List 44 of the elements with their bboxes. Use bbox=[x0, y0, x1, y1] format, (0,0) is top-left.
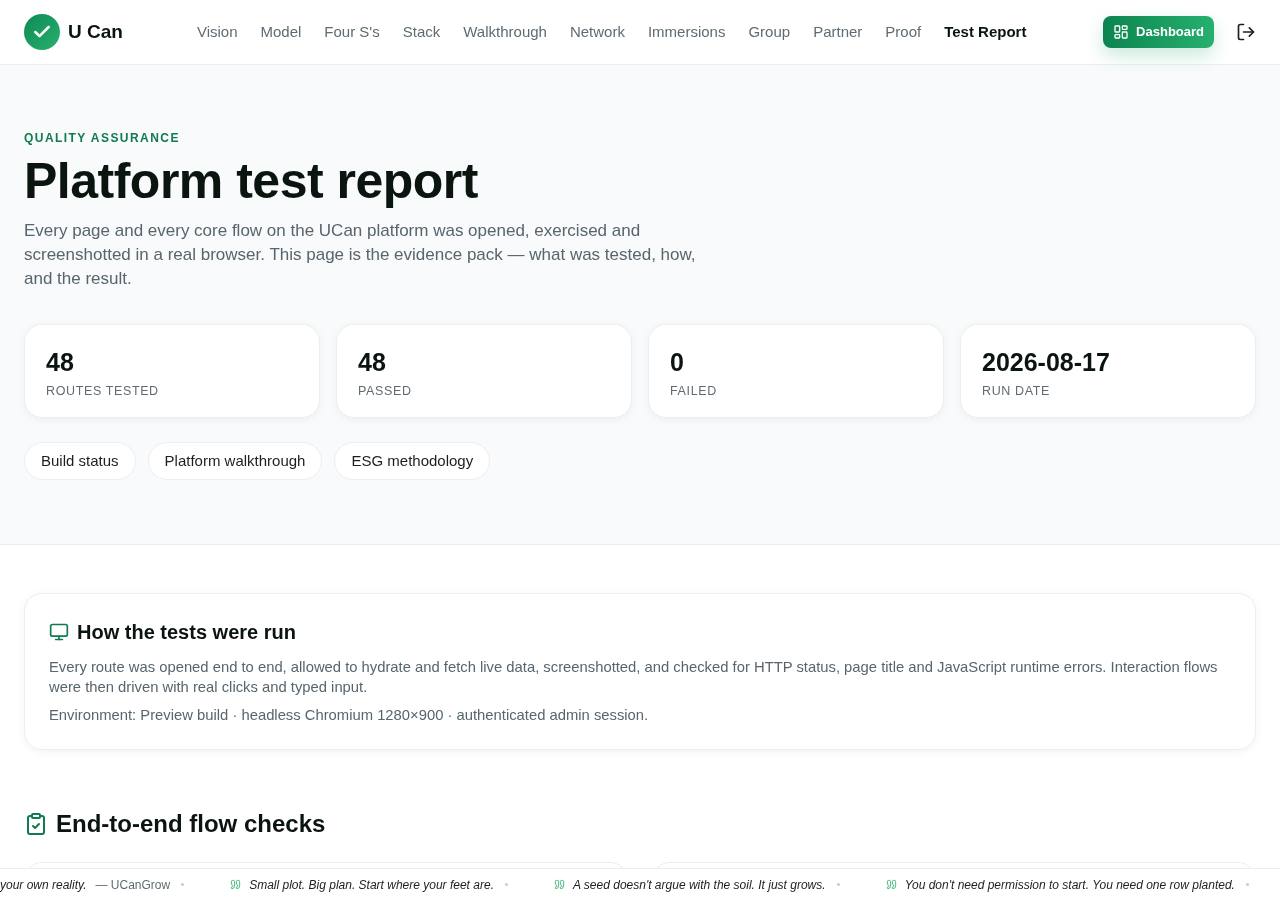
nav-link[interactable]: Proof bbox=[885, 20, 922, 44]
quote-text: You don't need permission to start. You need one row planted. bbox=[904, 876, 1235, 894]
nav-link[interactable]: Vision bbox=[196, 20, 238, 44]
page-title: Platform test report bbox=[24, 152, 479, 211]
nav-link[interactable]: Stack bbox=[402, 20, 441, 44]
card-title: How the tests were run bbox=[77, 620, 296, 645]
section-title: End-to-end flow checks bbox=[56, 809, 326, 839]
nav-link[interactable]: Four S's bbox=[324, 20, 380, 44]
quote-attribution: — UCanGrow bbox=[95, 876, 171, 894]
link-chip[interactable]: Platform walkthrough bbox=[147, 442, 323, 480]
quote-text: A seed doesn't argue with the soil. It just grows. bbox=[572, 876, 826, 894]
monitor-icon bbox=[49, 622, 69, 642]
dashboard-button[interactable]: Dashboard bbox=[1103, 16, 1214, 48]
quote-text: your own reality. bbox=[0, 876, 87, 894]
quote-text: Small plot. Big plan. Start where your feet are. bbox=[249, 876, 494, 894]
stat-value: 48 bbox=[46, 347, 75, 378]
stat-value: 48 bbox=[358, 347, 387, 378]
stat-label: PASSED bbox=[358, 383, 413, 400]
logout-icon[interactable] bbox=[1236, 22, 1256, 42]
nav-link[interactable]: Walkthrough bbox=[463, 20, 547, 44]
nav-link[interactable]: Immersions bbox=[647, 20, 726, 44]
nav-link[interactable]: Partner bbox=[813, 20, 863, 44]
nav-link[interactable]: Network bbox=[569, 20, 625, 44]
nav-link[interactable]: Model bbox=[260, 20, 302, 44]
nav-link[interactable]: Group bbox=[748, 20, 791, 44]
stat-label: ROUTES TESTED bbox=[46, 383, 160, 400]
method-description: Every route was opened end to end, allowed to hydrate and fetch live data, screenshotted, and checked for HTTP status, page title and JavaScript runtime errors. Interaction flows were then driven with real clicks and typed input. bbox=[49, 658, 1219, 697]
environment-note: Environment: Preview build · headless Chromium 1280×900 · authenticated admin session. bbox=[49, 706, 650, 725]
clipboard-check-icon bbox=[24, 812, 48, 836]
section-eyebrow: QUALITY ASSURANCE bbox=[24, 130, 181, 147]
nav-link[interactable]: Test Report bbox=[944, 20, 1027, 44]
logo-check-icon[interactable] bbox=[24, 14, 60, 50]
stat-value: 0 bbox=[670, 347, 685, 378]
brand-name[interactable]: U Can bbox=[68, 17, 123, 47]
quote-icon bbox=[885, 879, 897, 890]
link-chip[interactable]: Build status bbox=[24, 442, 136, 480]
intro-paragraph: Every page and every core flow on the UCan platform was opened, exercised and screenshotted in a real browser. This page is the evidence pack — what was tested, how, and the result. bbox=[24, 220, 697, 290]
link-chip[interactable]: ESG methodology bbox=[334, 442, 491, 480]
quote-icon bbox=[230, 879, 242, 890]
stat-label: RUN DATE bbox=[982, 383, 1051, 400]
quote-icon bbox=[553, 879, 565, 890]
dashboard-grid-icon bbox=[1113, 24, 1130, 40]
stat-label: FAILED bbox=[670, 383, 718, 400]
stat-value: 2026-08-17 bbox=[982, 347, 1111, 378]
